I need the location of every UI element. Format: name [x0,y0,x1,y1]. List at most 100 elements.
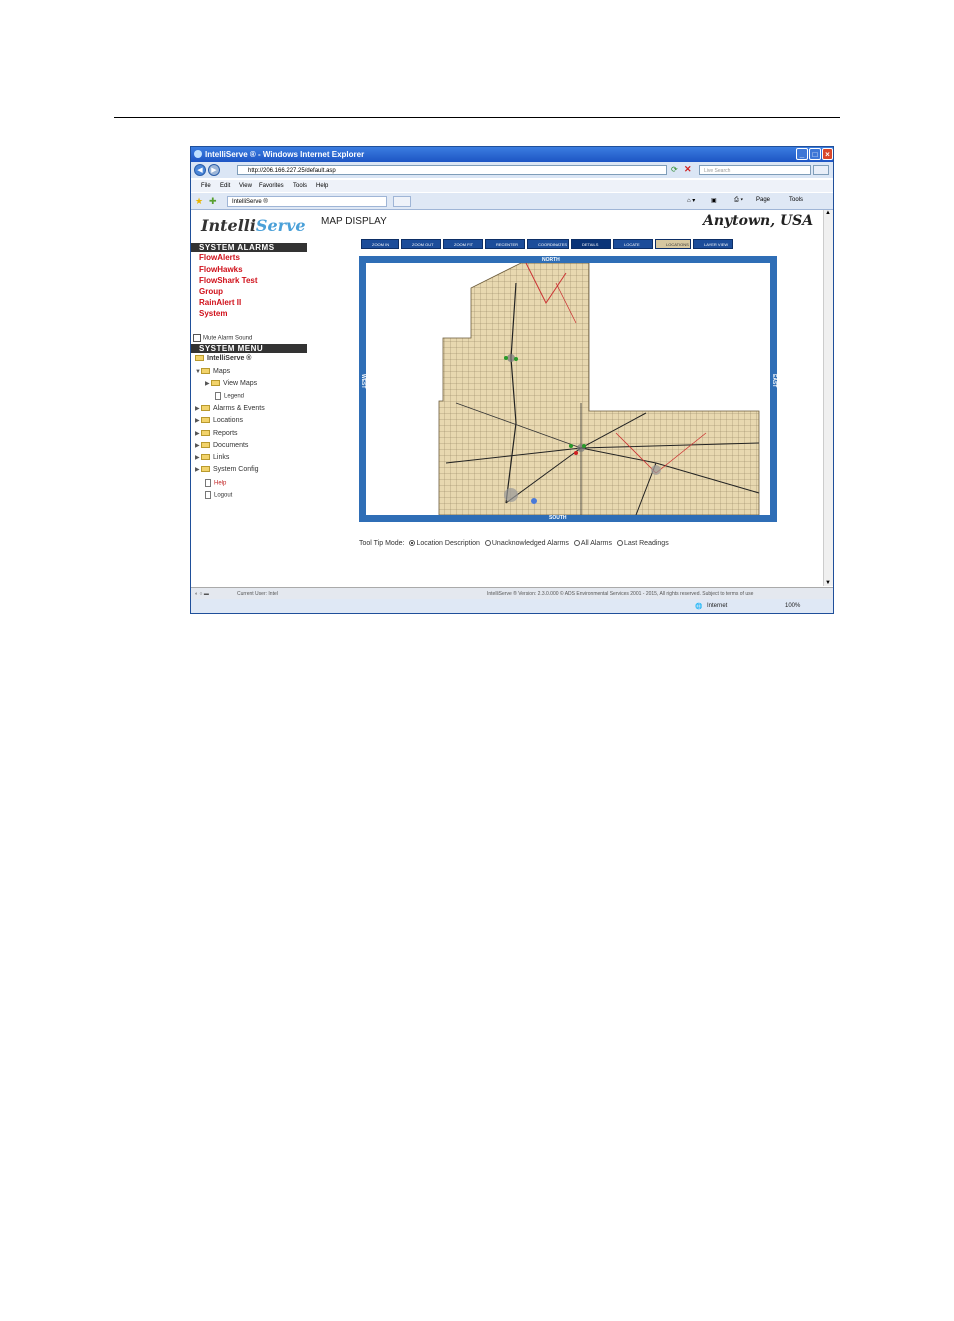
stop-icon[interactable]: ✕ [684,164,692,175]
radio-location-description[interactable] [409,540,416,547]
site-marker[interactable] [514,357,518,361]
menu-tools[interactable]: Tools [293,183,307,189]
ie-icon [194,150,202,158]
tree-locations[interactable]: ▶ Locations [195,417,243,424]
radio-label: Unacknowledged Alarms [491,540,569,547]
tree-root[interactable]: IntelliServe ® [195,355,251,362]
locate-button[interactable]: LOCATE [613,239,653,249]
county-shape [438,263,760,515]
add-favorites-icon[interactable]: ✚ [209,196,217,207]
tools-menu[interactable]: Tools [789,197,803,203]
menu-file[interactable]: File [201,183,211,189]
copyright-footer: IntelliServe ® Version: 2.3.0.000 © ADS … [487,591,754,597]
tree-help[interactable]: Help [205,479,226,487]
radio-unacknowledged-alarms[interactable] [484,540,491,547]
alarm-system[interactable]: System [199,309,227,318]
scroll-up-icon[interactable]: ▲ [825,210,831,216]
menu-view[interactable]: View [239,183,252,189]
menu-bar: File Edit View Favorites Tools Help [191,180,833,192]
radio-all-alarms[interactable] [573,540,580,547]
layer-view-button[interactable]: LAYER VIEW [693,239,733,249]
site-marker[interactable] [504,356,508,360]
radio-label: Last Readings [623,540,669,547]
close-button[interactable]: × [822,148,833,160]
folder-icon [195,355,204,362]
search-icon[interactable] [813,165,829,175]
mute-alarm-label: Mute Alarm Sound [203,335,253,342]
map-canvas[interactable] [366,263,770,515]
mute-alarm-checkbox[interactable]: Mute Alarm Sound [193,334,252,342]
zoom-in-button[interactable]: ZOOM IN [361,239,399,249]
favorites-star-icon[interactable]: ★ [195,196,203,207]
forward-button[interactable]: ▶ [208,164,220,176]
coordinates-button[interactable]: COORDINATES [527,239,569,249]
radio-label: Location Description [416,540,480,547]
menu-edit[interactable]: Edit [220,183,230,189]
tree-maps[interactable]: ▼ Maps [195,368,230,375]
zoom-out-button[interactable]: ZOOM OUT [401,239,441,249]
current-user: Current User: Intel [237,591,278,597]
menu-help[interactable]: Help [316,183,328,189]
url-field[interactable]: http://206.166.227.25/default.asp [237,165,667,175]
address-bar: ◀ ▶ http://206.166.227.25/default.asp ⟳ … [191,162,833,178]
tree-legend[interactable]: Legend [215,392,244,400]
document-icon [215,392,221,400]
radio-last-readings[interactable] [616,540,623,547]
locations-dropdown[interactable]: LOCATIONS [655,239,691,249]
app-status-bar: ◐ ○ ▬ Current User: Intel IntelliServe ®… [191,587,833,599]
folder-icon [201,430,210,437]
tree-logout[interactable]: Logout [205,491,232,499]
zoom-fit-button[interactable]: ZOOM FIT [443,239,483,249]
page-content: IntelliServe SYSTEM ALARMS FlowAlerts Fl… [191,210,823,586]
tooltip-mode-group: Tool Tip Mode: Location Description Unac… [359,540,669,547]
alarm-flowalerts[interactable]: FlowAlerts [199,253,240,262]
tree-documents[interactable]: ▶ Documents [195,442,248,449]
alarm-flowhawks[interactable]: FlowHawks [199,265,243,274]
radio-label: All Alarms [580,540,612,547]
south-pan-button[interactable]: SOUTH [549,515,567,521]
print-icon[interactable]: ⎙ ▾ [734,197,743,204]
folder-icon [211,380,220,387]
details-button[interactable]: DETAILS [571,239,611,249]
folder-icon [201,417,210,424]
maximize-button[interactable]: □ [809,148,821,160]
internet-zone-icon: 🌐 [695,604,703,610]
map-frame: NORTH SOUTH WEST EAST [359,256,777,522]
refresh-icon[interactable]: ⟳ [671,165,678,174]
document-icon [205,479,211,487]
scroll-down-icon[interactable]: ▼ [825,580,831,586]
folder-open-icon [201,368,210,375]
tree-alarms-events[interactable]: ▶ Alarms & Events [195,405,265,412]
search-input[interactable]: Live Search [699,165,811,175]
browser-window: IntelliServe ® - Windows Internet Explor… [190,146,834,614]
new-tab-button[interactable] [393,196,411,207]
site-marker[interactable] [569,444,573,448]
back-button[interactable]: ◀ [194,164,206,176]
site-marker[interactable] [531,498,537,504]
status-icons: ◐ ○ ▬ [195,591,209,597]
tree-system-config[interactable]: ▶ System Config [195,466,259,473]
browser-status-bar: 🌐 Internet 100% [191,599,833,613]
alarm-flowshark-test[interactable]: FlowShark Test [199,276,258,285]
zoom-level[interactable]: 100% [785,603,800,609]
alarm-rainalert-ii[interactable]: RainAlert II [199,298,241,307]
page-menu[interactable]: Page [756,197,770,203]
site-marker[interactable] [582,444,586,448]
tree-view-maps[interactable]: ▶ View Maps [205,380,257,387]
east-pan-button[interactable]: EAST [771,374,777,387]
tooltip-mode-label: Tool Tip Mode: [359,540,405,547]
tree-links[interactable]: ▶ Links [195,454,229,461]
feeds-icon[interactable]: ▣ [711,197,717,204]
browser-tab[interactable]: IntelliServe ® [227,196,387,207]
tree-reports[interactable]: ▶ Reports [195,430,238,437]
folder-icon [201,454,210,461]
page-title: MAP DISPLAY [321,216,387,227]
menu-favorites[interactable]: Favorites [259,183,284,189]
alarm-marker[interactable] [574,451,578,455]
vertical-scrollbar[interactable]: ▲ ▼ [823,210,833,586]
minimize-button[interactable]: _ [796,148,808,160]
county-map [438,263,760,515]
recenter-button[interactable]: RECENTER [485,239,525,249]
alarm-group[interactable]: Group [199,287,223,296]
home-icon[interactable]: ⌂ ▾ [687,197,695,204]
